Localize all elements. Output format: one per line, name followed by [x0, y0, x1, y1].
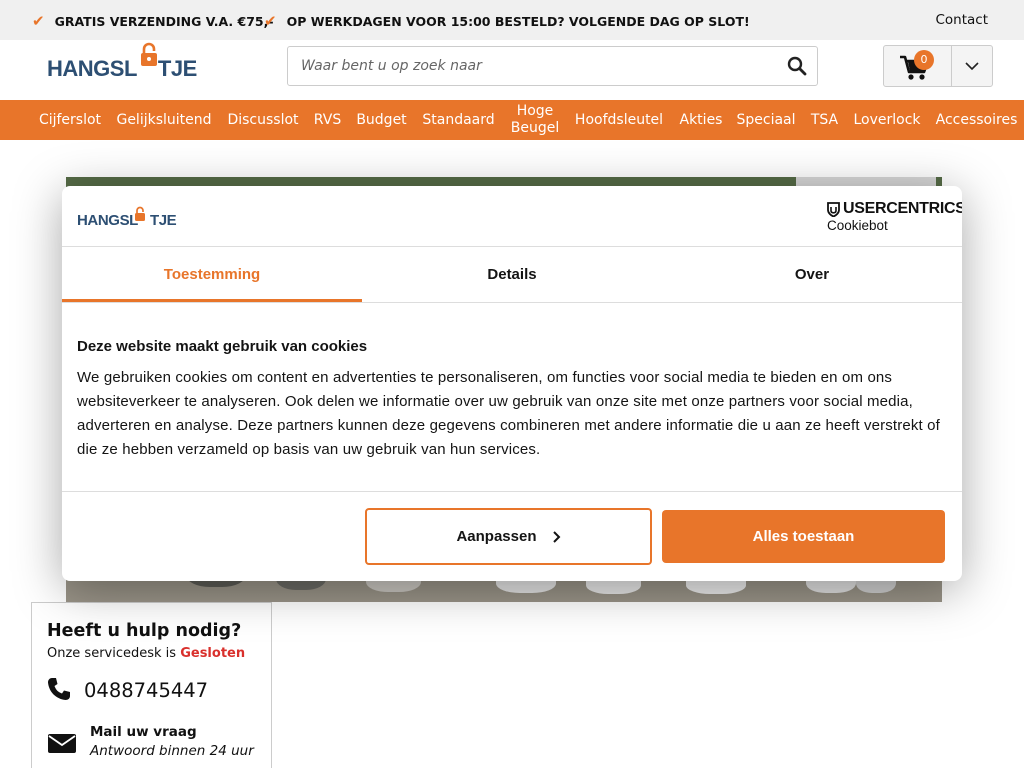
nav-item-loverlock[interactable]: Loverlock	[852, 100, 922, 140]
dialog-body-text: We gebruiken cookies om content en adver…	[77, 369, 940, 458]
servicedesk-status: Onze servicedesk is Gesloten	[47, 646, 246, 661]
cart-widget[interactable]: 0	[883, 45, 993, 87]
nav-item-hoofdsleutel[interactable]: Hoofdsleutel	[574, 100, 664, 140]
usp-item-delivery: ✔ OP WERKDAGEN VOOR 15:00 BESTELD? VOLGE…	[264, 12, 750, 30]
help-title: Heeft u hulp nodig?	[47, 621, 242, 641]
padlock-icon	[141, 42, 157, 66]
nav-item-accessoires[interactable]: Accessoires	[935, 100, 1018, 140]
divider	[62, 491, 962, 492]
shield-icon	[827, 201, 840, 217]
brand-name: USERCENTRICS	[843, 200, 962, 217]
usercentrics-cookiebot-logo[interactable]: USERCENTRICS Cookiebot	[827, 200, 962, 236]
top-bar: ✔ GRATIS VERZENDING V.A. €75,- ✔ OP WERK…	[0, 0, 1024, 40]
logo-wordmark: HANGSL TJE	[47, 56, 197, 81]
tab-details[interactable]: Details	[362, 247, 662, 302]
nav-item-speciaal[interactable]: Speciaal	[736, 100, 795, 140]
tab-toestemming[interactable]: Toestemming	[62, 247, 362, 302]
main-nav: Cijferslot Gelijksluitend Discusslot RVS…	[0, 100, 1024, 140]
nav-item-tsa[interactable]: TSA	[810, 100, 839, 140]
mail-link[interactable]: Mail uw vraag	[90, 724, 197, 740]
check-icon: ✔	[32, 12, 45, 30]
chevron-right-icon	[552, 530, 560, 543]
chevron-down-icon[interactable]	[964, 58, 980, 74]
status-badge: Gesloten	[180, 646, 246, 661]
nav-item-standaard[interactable]: Standaard	[421, 100, 496, 140]
nav-item-akties[interactable]: Akties	[679, 100, 723, 140]
contact-link[interactable]: Contact	[935, 12, 988, 28]
button-label: Aanpassen	[456, 528, 537, 545]
nav-item-gelijksluitend[interactable]: Gelijksluitend	[116, 100, 212, 140]
nav-item-discusslot[interactable]: Discusslot	[227, 100, 299, 140]
search-bar	[287, 46, 818, 86]
usp-item-shipping: ✔ GRATIS VERZENDING V.A. €75,-	[32, 12, 274, 30]
phone-icon	[48, 678, 70, 700]
brand-product: Cookiebot	[827, 218, 888, 233]
cart-count-badge: 0	[914, 50, 934, 70]
search-icon[interactable]	[787, 56, 807, 76]
nav-item-cijferslot[interactable]: Cijferslot	[38, 100, 102, 140]
help-box: Heeft u hulp nodig? Onze servicedesk is …	[31, 602, 272, 768]
phone-number-link[interactable]: 0488745447	[84, 679, 208, 702]
usp-text: OP WERKDAGEN VOOR 15:00 BESTELD? VOLGEND…	[286, 13, 750, 29]
usp-text: GRATIS VERZENDING V.A. €75,-	[54, 13, 274, 29]
nav-item-hoge-beugel[interactable]: Hoge Beugel	[510, 100, 560, 140]
padlock-icon	[135, 206, 145, 221]
search-input[interactable]	[289, 48, 769, 84]
mail-subtext: Antwoord binnen 24 uur	[90, 743, 254, 759]
dialog-title: Deze website maakt gebruik van cookies	[77, 338, 368, 355]
divider	[951, 46, 952, 86]
site-logo[interactable]: HANGSL TJE	[47, 42, 197, 82]
allow-all-button[interactable]: Alles toestaan	[662, 510, 945, 563]
customize-button[interactable]: Aanpassen	[365, 508, 652, 565]
check-icon: ✔	[264, 12, 277, 30]
mail-icon	[48, 734, 76, 753]
cookie-consent-dialog: HANGSL TJE USERCENTRICS Cookiebot Toestem…	[62, 186, 962, 581]
divider	[62, 302, 962, 303]
nav-item-rvs[interactable]: RVS	[313, 100, 342, 140]
nav-item-budget[interactable]: Budget	[356, 100, 407, 140]
logo-wordmark: HANGSL TJE	[77, 212, 177, 229]
dialog-logo: HANGSL TJE	[77, 206, 177, 230]
tab-over[interactable]: Over	[662, 247, 962, 302]
